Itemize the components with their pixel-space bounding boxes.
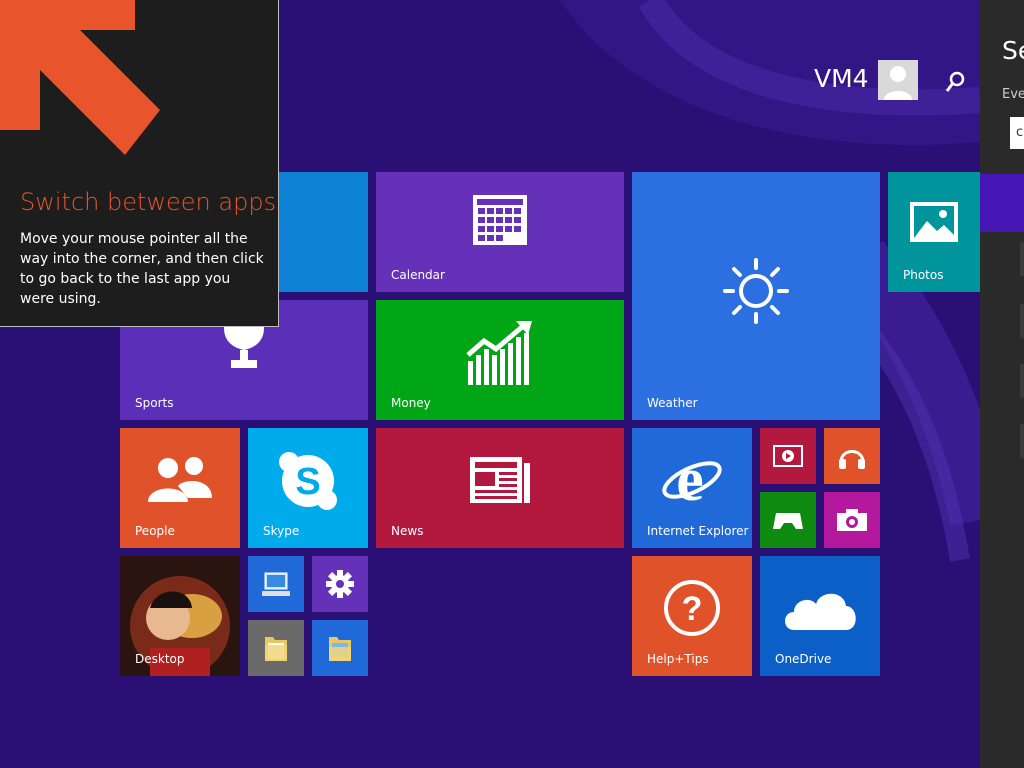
- tile-money[interactable]: Money: [376, 300, 624, 420]
- tile-label: OneDrive: [775, 652, 832, 666]
- tile-label: Money: [391, 396, 431, 410]
- tile-label: Help+Tips: [647, 652, 709, 666]
- user-avatar-icon[interactable]: [878, 60, 918, 100]
- svg-text:?: ?: [682, 590, 703, 628]
- search-suggestion-item[interactable]: [1020, 424, 1024, 458]
- tile-calendar[interactable]: Calendar: [376, 172, 624, 292]
- tile-label: Desktop: [135, 652, 185, 666]
- folder-pictures-icon: [312, 620, 368, 676]
- tile-label: People: [135, 524, 175, 538]
- tile-skype[interactable]: S Skype: [248, 428, 368, 548]
- search-charm-panel: Se Eve c: [980, 0, 1024, 768]
- tile-games[interactable]: [760, 492, 816, 548]
- video-icon: [760, 428, 816, 484]
- camera-icon: [824, 492, 880, 548]
- tile-music[interactable]: [824, 428, 880, 484]
- tile-video[interactable]: [760, 428, 816, 484]
- tile-desktop[interactable]: Desktop: [120, 556, 240, 676]
- search-input[interactable]: c: [1010, 117, 1024, 149]
- headphones-icon: [824, 428, 880, 484]
- hint-title: Switch between apps: [20, 188, 277, 216]
- user-name[interactable]: VM4: [814, 64, 869, 93]
- xbox-controller-icon: [760, 492, 816, 548]
- tile-label: Sports: [135, 396, 174, 410]
- tile-label: News: [391, 524, 424, 538]
- hint-body: Move your mouse pointer all the way into…: [20, 231, 264, 307]
- tile-weather[interactable]: Weather: [632, 172, 880, 420]
- tile-pc-settings[interactable]: [312, 556, 368, 612]
- tile-label: Skype: [263, 524, 300, 538]
- search-suggestion-item[interactable]: [1020, 242, 1024, 276]
- sun-icon: [632, 172, 880, 420]
- tile-internet-explorer[interactable]: e Internet Explorer: [632, 428, 752, 548]
- tile-label: Internet Explorer: [647, 524, 749, 538]
- folder-icon: [248, 620, 304, 676]
- search-icon[interactable]: [944, 70, 966, 94]
- tile-people[interactable]: People: [120, 428, 240, 548]
- arrow-up-left-icon: [0, 0, 160, 155]
- search-suggestion-item[interactable]: [1020, 304, 1024, 338]
- search-scope-dropdown[interactable]: Eve: [1002, 87, 1024, 102]
- search-suggestion-item[interactable]: [1020, 364, 1024, 398]
- search-charm-title: Se: [1002, 36, 1024, 65]
- computer-icon: [248, 556, 304, 612]
- tile-news[interactable]: News: [376, 428, 624, 548]
- gear-icon: [312, 556, 368, 612]
- tile-help-tips[interactable]: ? Help+Tips: [632, 556, 752, 676]
- tile-camera[interactable]: [824, 492, 880, 548]
- tile-pictures[interactable]: [312, 620, 368, 676]
- switch-apps-hint: Switch between apps Move your mouse poin…: [0, 0, 279, 327]
- tile-onedrive[interactable]: OneDrive: [760, 556, 880, 676]
- search-suggestion-highlight[interactable]: [980, 174, 1024, 232]
- tile-documents[interactable]: [248, 620, 304, 676]
- svg-text:e: e: [676, 450, 704, 510]
- tile-photos[interactable]: Photos: [888, 172, 980, 292]
- tile-label: Photos: [903, 268, 944, 282]
- svg-text:S: S: [295, 461, 320, 503]
- tile-label: Calendar: [391, 268, 445, 282]
- tile-label: Weather: [647, 396, 698, 410]
- tile-this-pc[interactable]: [248, 556, 304, 612]
